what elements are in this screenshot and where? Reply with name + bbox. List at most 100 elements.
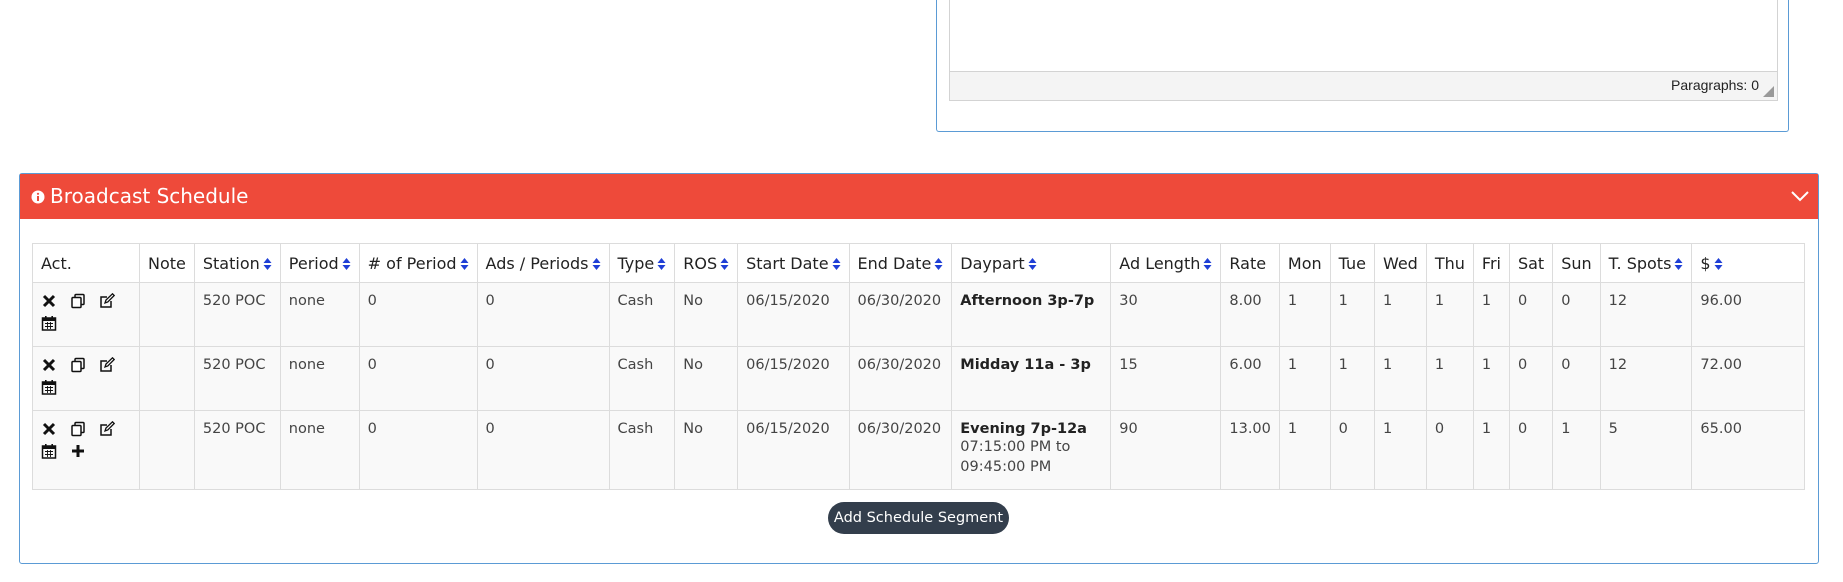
editor-status-bar: Paragraphs: 0 (950, 71, 1777, 100)
col-header-sat: Sat (1508, 243, 1554, 283)
col-header-ros[interactable]: ROS (674, 243, 739, 283)
ad-length-cell: 15 (1110, 346, 1222, 411)
sat-cell: 0 (1508, 346, 1554, 411)
thu-cell: 1 (1425, 346, 1474, 411)
type-cell: Cash (608, 346, 676, 411)
rate-cell: 8.00 (1220, 282, 1280, 347)
edit-icon[interactable] (99, 293, 115, 309)
period-cell: none (279, 282, 360, 347)
plus-icon[interactable] (70, 443, 86, 459)
rate-cell: 6.00 (1220, 346, 1280, 411)
col-header-end-date[interactable]: End Date (848, 243, 953, 283)
sat-cell: 0 (1508, 282, 1554, 347)
ros-cell: No (674, 410, 739, 490)
copy-icon[interactable] (70, 293, 86, 309)
table-header-row: Act. Note Station Period # of Period Ads… (32, 243, 1805, 283)
ros-cell: No (674, 346, 739, 411)
sort-icon[interactable] (1714, 257, 1723, 271)
col-header-amount[interactable]: $ (1691, 243, 1805, 283)
note-cell (139, 282, 195, 347)
info-circle-icon (31, 190, 45, 204)
col-header-rate: Rate (1220, 243, 1280, 283)
sort-icon[interactable] (934, 257, 943, 271)
sort-icon[interactable] (592, 257, 601, 271)
daypart-name: Afternoon 3p-7p (960, 293, 1095, 309)
copy-icon[interactable] (70, 421, 86, 437)
card-title: Broadcast Schedule (50, 184, 249, 208)
add-schedule-segment-button[interactable]: Add Schedule Segment (828, 502, 1009, 534)
ads-periods-cell: 0 (476, 282, 610, 347)
sat-cell: 0 (1508, 410, 1554, 490)
sort-icon[interactable] (1028, 257, 1037, 271)
sort-icon[interactable] (657, 257, 666, 271)
daypart-cell: Afternoon 3p-7p (951, 282, 1112, 347)
num-period-cell: 0 (358, 410, 478, 490)
edit-icon[interactable] (99, 357, 115, 373)
station-cell: 520 POC (193, 346, 281, 411)
daypart-time-start: 07:15:00 PM to (960, 439, 1071, 455)
sort-icon[interactable] (460, 257, 469, 271)
daypart-name: Midday 11a - 3p (960, 357, 1091, 373)
col-header-daypart[interactable]: Daypart (951, 243, 1112, 283)
end-date-cell: 06/30/2020 (848, 346, 953, 411)
daypart-name: Evening 7p-12a (960, 421, 1087, 437)
total-spots-cell: 5 (1599, 410, 1693, 490)
col-header-type[interactable]: Type (608, 243, 676, 283)
col-header-num-period[interactable]: # of Period (358, 243, 478, 283)
total-spots-cell: 12 (1599, 346, 1693, 411)
daypart-cell: Midday 11a - 3p (951, 346, 1112, 411)
wed-cell: 1 (1373, 410, 1427, 490)
sort-icon[interactable] (342, 257, 351, 271)
daypart-time-end: 09:45:00 PM (960, 459, 1052, 475)
col-header-sun: Sun (1552, 243, 1601, 283)
station-cell: 520 POC (193, 410, 281, 490)
tue-cell: 0 (1329, 410, 1375, 490)
calendar-icon[interactable] (41, 315, 57, 331)
table-row: 520 POC none 0 0 Cash No 06/15/2020 06/3… (32, 346, 1805, 411)
sun-cell: 1 (1552, 410, 1601, 490)
chevron-down-icon[interactable] (1790, 188, 1810, 204)
amount-cell: 72.00 (1691, 346, 1805, 411)
rich-text-editor[interactable]: Paragraphs: 0 (949, 0, 1778, 101)
sun-cell: 0 (1552, 346, 1601, 411)
note-cell (139, 410, 195, 490)
paragraph-count: Paragraphs: 0 (1671, 77, 1759, 93)
ads-periods-cell: 0 (476, 346, 610, 411)
ad-length-cell: 90 (1110, 410, 1222, 490)
fri-cell: 1 (1472, 346, 1510, 411)
delete-x-icon[interactable] (41, 421, 57, 437)
edit-icon[interactable] (99, 421, 115, 437)
col-header-wed: Wed (1373, 243, 1427, 283)
resize-handle-icon[interactable] (1763, 86, 1774, 97)
card-header: Broadcast Schedule (20, 174, 1818, 219)
col-header-period[interactable]: Period (279, 243, 360, 283)
sort-icon[interactable] (1674, 257, 1683, 271)
num-period-cell: 0 (358, 282, 478, 347)
sort-icon[interactable] (263, 257, 272, 271)
period-cell: none (279, 410, 360, 490)
sort-icon[interactable] (1203, 257, 1212, 271)
sort-icon[interactable] (720, 257, 729, 271)
delete-x-icon[interactable] (41, 357, 57, 373)
actions-cell (32, 346, 140, 411)
col-header-mon: Mon (1278, 243, 1331, 283)
daypart-cell: Evening 7p-12a 07:15:00 PM to 09:45:00 P… (951, 410, 1112, 490)
table-row: 520 POC none 0 0 Cash No 06/15/2020 06/3… (32, 282, 1805, 347)
mon-cell: 1 (1278, 282, 1331, 347)
mon-cell: 1 (1278, 410, 1331, 490)
col-header-ad-length[interactable]: Ad Length (1110, 243, 1222, 283)
type-cell: Cash (608, 410, 676, 490)
copy-icon[interactable] (70, 357, 86, 373)
col-header-total-spots[interactable]: T. Spots (1599, 243, 1693, 283)
col-header-act: Act. (32, 243, 140, 283)
delete-x-icon[interactable] (41, 293, 57, 309)
note-cell (139, 346, 195, 411)
col-header-station[interactable]: Station (193, 243, 281, 283)
calendar-icon[interactable] (41, 379, 57, 395)
col-header-ads-periods[interactable]: Ads / Periods (476, 243, 610, 283)
start-date-cell: 06/15/2020 (737, 346, 850, 411)
calendar-icon[interactable] (41, 443, 57, 459)
col-header-start-date[interactable]: Start Date (737, 243, 850, 283)
sort-icon[interactable] (832, 257, 841, 271)
col-header-thu: Thu (1425, 243, 1474, 283)
